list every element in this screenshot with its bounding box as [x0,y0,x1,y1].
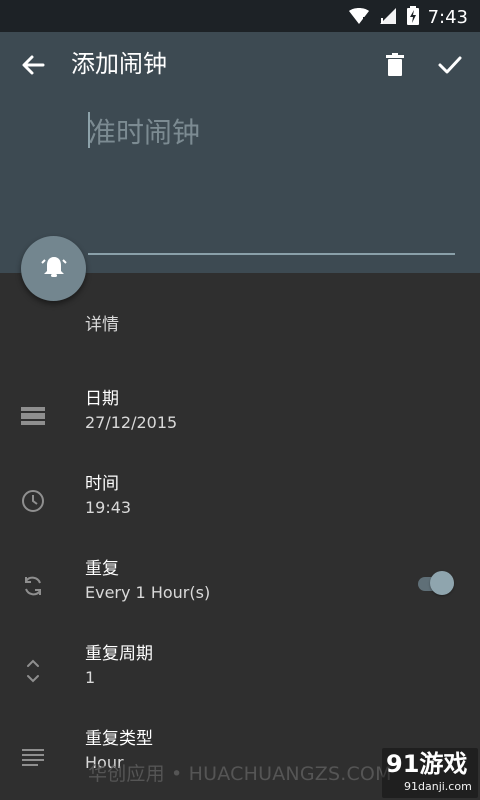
alarm-title-input[interactable] [88,108,458,156]
status-time: 7:43 [427,7,468,28]
time-label: 时间 [85,474,119,494]
text-cursor [88,112,90,148]
repeat-period-value: 1 [85,668,96,687]
repeat-icon [18,571,48,601]
cell-signal-icon [378,7,398,29]
lines-icon [18,741,48,771]
bell-icon [40,253,68,285]
repeat-row[interactable]: 重复 Every 1 Hour(s) [0,557,480,627]
toggle-thumb [430,571,454,595]
status-icons: 7:43 [348,6,468,30]
bell-fab-button[interactable] [21,236,86,301]
repeat-type-label: 重复类型 [85,729,153,749]
repeat-toggle[interactable] [418,571,456,597]
unfold-icon [18,656,48,686]
repeat-value: Every 1 Hour(s) [85,583,211,602]
brand-watermark: 91游戏 91danji.com [382,748,478,798]
repeat-period-row[interactable]: 重复周期 1 [0,642,480,712]
wifi-icon [348,7,370,29]
date-value: 27/12/2015 [85,413,178,432]
app-bar: 添加闹钟 [0,32,480,96]
repeat-label: 重复 [85,559,119,579]
clock-icon [18,486,48,516]
page-title: 添加闹钟 [71,50,167,78]
details-label: 详情 [85,315,119,335]
time-value: 19:43 [85,498,132,517]
time-row[interactable]: 时间 19:43 [0,472,480,542]
alarm-title-field[interactable] [88,108,458,156]
brand-subtext: 91danji.com [404,780,472,793]
site-watermark: 华创应用 • HUACHUANGZS.COM [88,763,392,785]
title-underline [88,253,455,255]
status-bar: 7:43 [0,0,480,32]
repeat-period-label: 重复周期 [85,644,153,664]
trash-icon[interactable] [380,50,410,80]
check-icon[interactable] [435,50,465,80]
back-arrow-icon[interactable] [18,50,48,80]
brand-logo-text: 91游戏 [386,750,468,778]
date-label: 日期 [85,389,119,409]
date-row[interactable]: 日期 27/12/2015 [0,387,480,457]
calendar-icon [18,401,48,431]
battery-charging-icon [406,6,420,30]
